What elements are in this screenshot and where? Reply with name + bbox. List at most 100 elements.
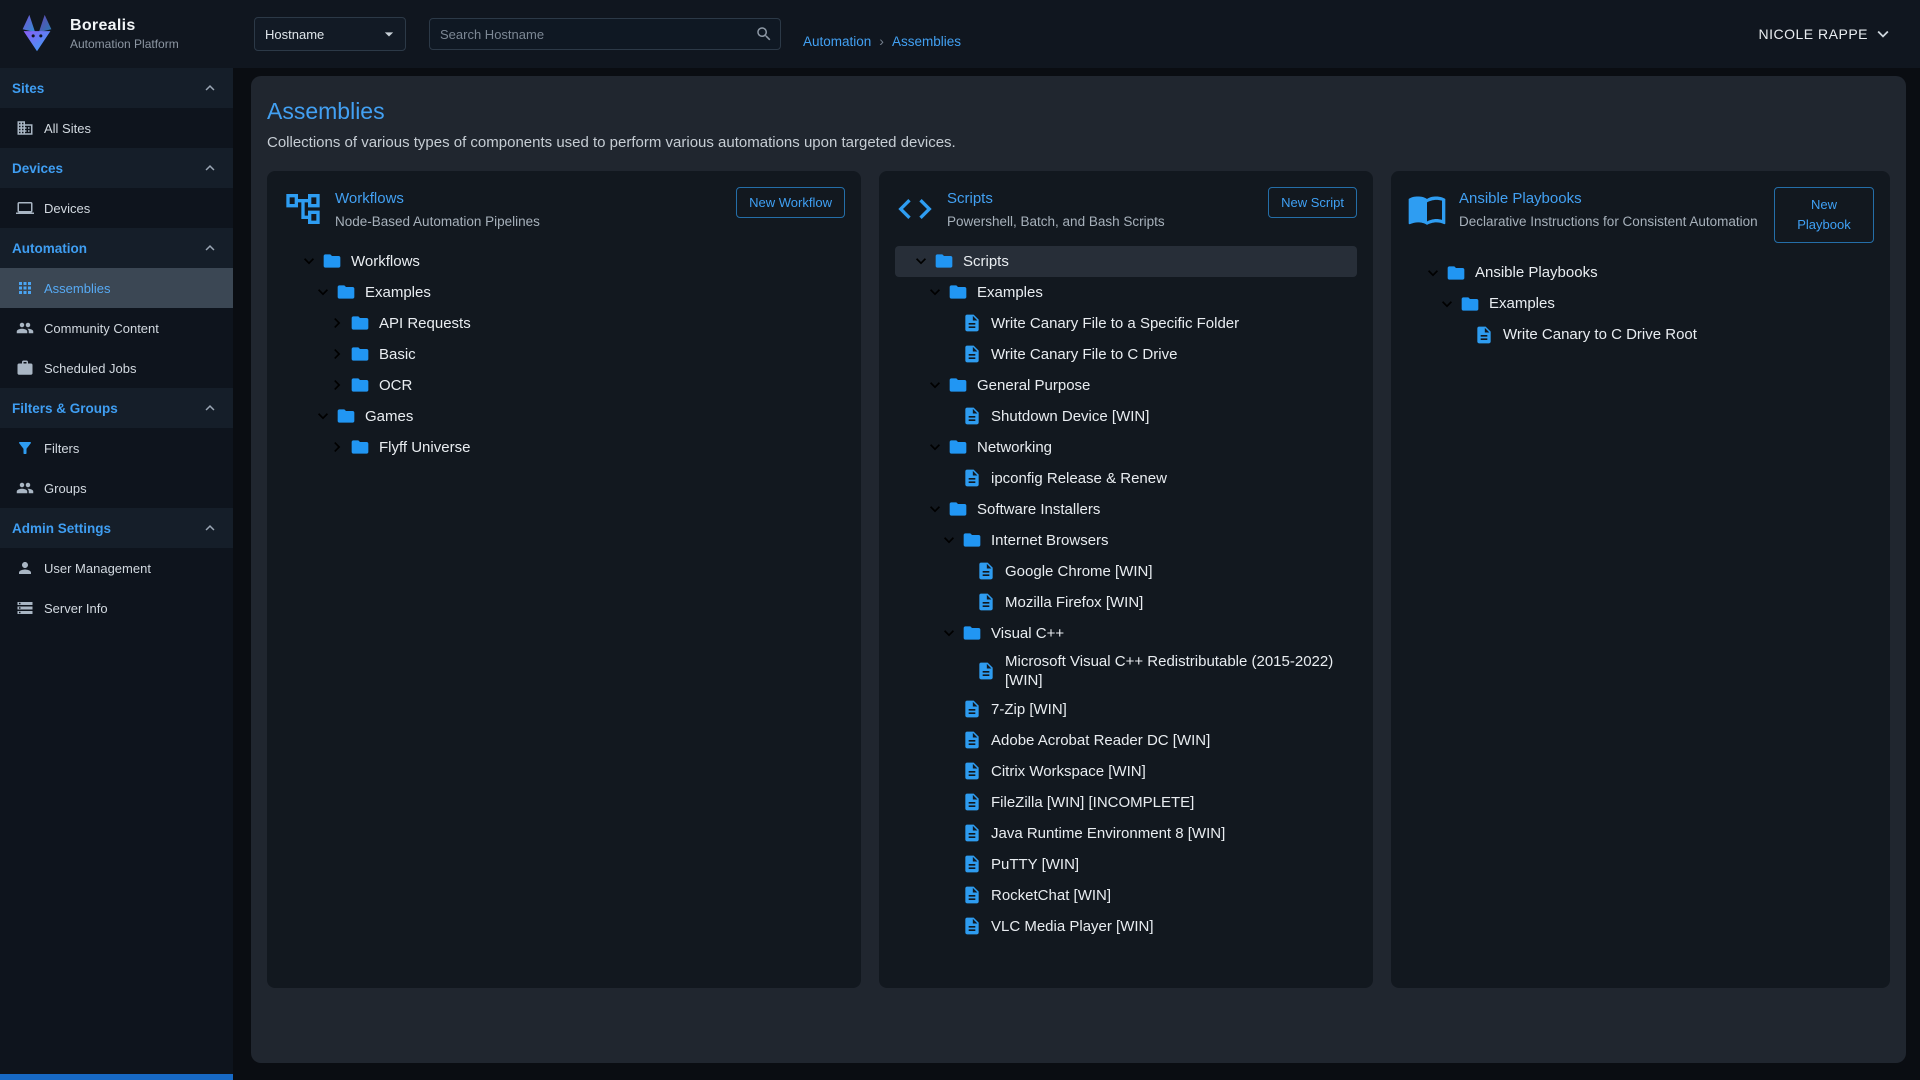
tree-folder-visual-c[interactable]: Visual C++ — [895, 618, 1357, 649]
file-icon — [962, 823, 982, 843]
tree-folder-examples[interactable]: Examples — [283, 277, 845, 308]
tree-item-label: Internet Browsers — [991, 528, 1109, 554]
sidebar-section-filters-groups[interactable]: Filters & Groups — [0, 388, 233, 428]
sidebar-section-admin-settings[interactable]: Admin Settings — [0, 508, 233, 548]
ansible-playbooks-tree: Ansible PlaybooksExamplesWrite Canary to… — [1407, 257, 1874, 350]
breadcrumb-assemblies[interactable]: Assemblies — [892, 34, 961, 49]
chevron-down-icon[interactable] — [313, 282, 333, 302]
tree-item-label: Basic — [379, 342, 416, 368]
tree-file-7-zip-win[interactable]: 7-Zip [WIN] — [895, 694, 1357, 725]
folder-icon — [336, 406, 356, 426]
chevron-spacer — [939, 854, 959, 874]
tree-file-vlc-media-player-win[interactable]: VLC Media Player [WIN] — [895, 911, 1357, 942]
tree-folder-examples[interactable]: Examples — [895, 277, 1357, 308]
tree-item-label: Visual C++ — [991, 621, 1064, 647]
sidebar-item-assemblies[interactable]: Assemblies — [0, 268, 233, 308]
hostname-dropdown[interactable]: Hostname — [254, 17, 406, 51]
tree-folder-games[interactable]: Games — [283, 401, 845, 432]
tree-folder-ocr[interactable]: OCR — [283, 370, 845, 401]
tree-file-write-canary-file-to-a-specific-folder[interactable]: Write Canary File to a Specific Folder — [895, 308, 1357, 339]
sidebar-item-filters[interactable]: Filters — [0, 428, 233, 468]
sidebar-section-label: Filters & Groups — [12, 401, 118, 416]
sidebar-item-all-sites[interactable]: All Sites — [0, 108, 233, 148]
sidebar-item-devices[interactable]: Devices — [0, 188, 233, 228]
chevron-down-icon[interactable] — [925, 375, 945, 395]
chevron-up-icon[interactable] — [201, 79, 219, 97]
chevron-up-icon[interactable] — [201, 239, 219, 257]
chevron-right-icon[interactable] — [327, 313, 347, 333]
tree-file-filezilla-win-incomplete[interactable]: FileZilla [WIN] [INCOMPLETE] — [895, 787, 1357, 818]
tree-folder-software-installers[interactable]: Software Installers — [895, 494, 1357, 525]
tree-item-label: Games — [365, 404, 413, 430]
tree-file-write-canary-file-to-c-drive[interactable]: Write Canary File to C Drive — [895, 339, 1357, 370]
tree-file-putty-win[interactable]: PuTTY [WIN] — [895, 849, 1357, 880]
sidebar-section-devices[interactable]: Devices — [0, 148, 233, 188]
search-icon[interactable] — [755, 25, 773, 43]
tree-folder-flyff-universe[interactable]: Flyff Universe — [283, 432, 845, 463]
search-input[interactable] — [429, 18, 781, 50]
chevron-up-icon[interactable] — [201, 399, 219, 417]
sidebar-item-community-content[interactable]: Community Content — [0, 308, 233, 348]
tree-folder-basic[interactable]: Basic — [283, 339, 845, 370]
chevron-spacer — [939, 761, 959, 781]
chevron-right-icon[interactable] — [327, 437, 347, 457]
sidebar-section-automation[interactable]: Automation — [0, 228, 233, 268]
tree-folder-scripts[interactable]: Scripts — [895, 246, 1357, 277]
file-icon — [962, 761, 982, 781]
chevron-down-icon[interactable] — [1437, 294, 1457, 314]
tree-file-adobe-acrobat-reader-dc-win[interactable]: Adobe Acrobat Reader DC [WIN] — [895, 725, 1357, 756]
chevron-spacer — [939, 823, 959, 843]
sidebar-item-label: Assemblies — [44, 281, 110, 296]
folder-icon — [350, 375, 370, 395]
new-workflow-button[interactable]: New Workflow — [736, 187, 845, 218]
brand-name: Borealis — [70, 17, 179, 35]
sidebar-item-groups[interactable]: Groups — [0, 468, 233, 508]
folder-icon — [934, 251, 954, 271]
new-script-button[interactable]: New Script — [1268, 187, 1357, 218]
chevron-up-icon[interactable] — [201, 519, 219, 537]
tree-folder-internet-browsers[interactable]: Internet Browsers — [895, 525, 1357, 556]
tree-file-java-runtime-environment-8-win[interactable]: Java Runtime Environment 8 [WIN] — [895, 818, 1357, 849]
chevron-up-icon[interactable] — [201, 159, 219, 177]
chevron-down-icon[interactable] — [911, 251, 931, 271]
tree-file-write-canary-to-c-drive-root[interactable]: Write Canary to C Drive Root — [1407, 319, 1874, 350]
file-icon — [962, 699, 982, 719]
tree-folder-examples[interactable]: Examples — [1407, 288, 1874, 319]
chevron-down-icon[interactable] — [1423, 263, 1443, 283]
tree-folder-networking[interactable]: Networking — [895, 432, 1357, 463]
new-playbook-button[interactable]: New Playbook — [1774, 187, 1874, 243]
sidebar-section-sites[interactable]: Sites — [0, 68, 233, 108]
chevron-down-icon[interactable] — [939, 623, 959, 643]
sidebar-item-user-management[interactable]: User Management — [0, 548, 233, 588]
breadcrumb-automation[interactable]: Automation — [803, 34, 871, 49]
tree-folder-ansible-playbooks[interactable]: Ansible Playbooks — [1407, 257, 1874, 288]
cards-row: WorkflowsNode-Based Automation Pipelines… — [267, 171, 1890, 988]
folder-icon — [948, 499, 968, 519]
file-icon — [962, 854, 982, 874]
tree-file-shutdown-device-win[interactable]: Shutdown Device [WIN] — [895, 401, 1357, 432]
chevron-down-icon[interactable] — [925, 437, 945, 457]
chevron-spacer — [1451, 325, 1471, 345]
tree-file-ipconfig-release-renew[interactable]: ipconfig Release & Renew — [895, 463, 1357, 494]
sidebar-item-server-info[interactable]: Server Info — [0, 588, 233, 628]
tree-folder-api-requests[interactable]: API Requests — [283, 308, 845, 339]
sidebar-item-label: All Sites — [44, 121, 91, 136]
chevron-down-icon[interactable] — [313, 406, 333, 426]
tree-file-mozilla-firefox-win[interactable]: Mozilla Firefox [WIN] — [895, 587, 1357, 618]
tree-file-citrix-workspace-win[interactable]: Citrix Workspace [WIN] — [895, 756, 1357, 787]
user-menu[interactable]: NICOLE RAPPE — [1759, 23, 1894, 45]
chevron-down-icon[interactable] — [939, 530, 959, 550]
chevron-down-icon[interactable] — [925, 282, 945, 302]
chevron-down-icon[interactable] — [299, 251, 319, 271]
chevron-right-icon[interactable] — [327, 375, 347, 395]
chevron-down-icon[interactable] — [925, 499, 945, 519]
chevron-right-icon[interactable] — [327, 344, 347, 364]
tree-file-google-chrome-win[interactable]: Google Chrome [WIN] — [895, 556, 1357, 587]
tree-folder-workflows[interactable]: Workflows — [283, 246, 845, 277]
tree-folder-general-purpose[interactable]: General Purpose — [895, 370, 1357, 401]
folder-icon — [322, 251, 342, 271]
tree-file-rocketchat-win[interactable]: RocketChat [WIN] — [895, 880, 1357, 911]
sidebar-item-scheduled-jobs[interactable]: Scheduled Jobs — [0, 348, 233, 388]
sidebar-scrollbar[interactable] — [0, 1074, 233, 1080]
tree-file-microsoft-visual-c-redistributable-2015-2022-win[interactable]: Microsoft Visual C++ Redistributable (20… — [895, 649, 1357, 694]
